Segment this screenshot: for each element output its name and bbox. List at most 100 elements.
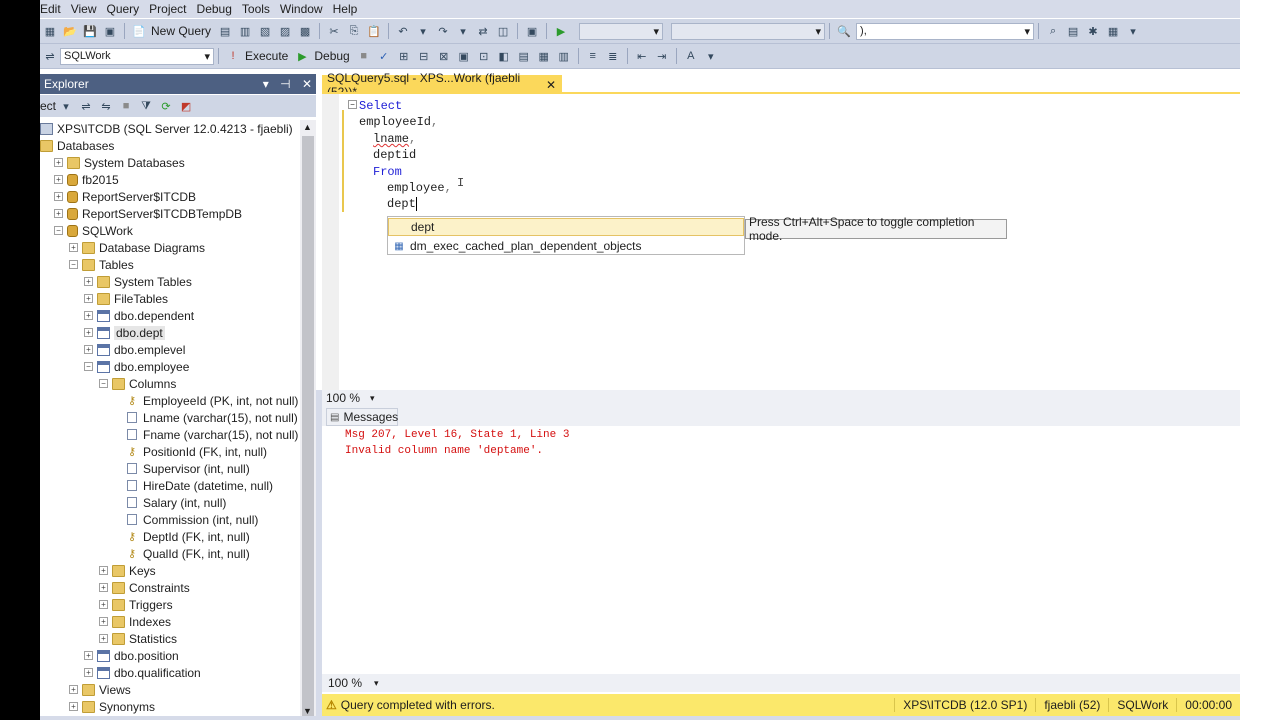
expand-node-icon[interactable]: +	[84, 311, 93, 320]
results-to-grid-icon[interactable]: ▦	[536, 48, 552, 64]
tree-node[interactable]: Salary (int, null)	[114, 494, 226, 511]
tree-node[interactable]: + Triggers	[99, 596, 173, 613]
copy-icon[interactable]: ⎘	[346, 23, 362, 39]
find-in-files-icon[interactable]: 🔍	[836, 23, 852, 39]
tree-node[interactable]: + System Databases	[54, 154, 185, 171]
execute-icon[interactable]: !	[225, 48, 241, 64]
tree-node[interactable]: Fname (varchar(15), not null)	[114, 426, 298, 443]
expand-node-icon[interactable]: +	[84, 668, 93, 677]
window-position-icon[interactable]: ▾	[263, 77, 269, 91]
collapse-outline-icon[interactable]: −	[348, 100, 357, 109]
new-query-icon[interactable]: 📄	[131, 23, 147, 39]
tree-node[interactable]: + FileTables	[84, 290, 168, 307]
expand-node-icon[interactable]: +	[84, 328, 93, 337]
expand-node-icon[interactable]: +	[69, 702, 78, 711]
analysis-query-icon[interactable]: ▥	[237, 23, 253, 39]
start-debug-icon[interactable]: ▶	[553, 23, 569, 39]
connect-object-explorer-icon[interactable]: ⇌	[78, 98, 94, 114]
tree-node[interactable]: + dbo.emplevel	[84, 341, 185, 358]
menu-help[interactable]: Help	[333, 2, 366, 16]
tree-node[interactable]: + Synonyms	[69, 698, 155, 715]
scroll-up-icon[interactable]: ▲	[303, 122, 312, 132]
cancel-query-icon[interactable]: ■	[356, 48, 372, 64]
object-explorer-icon[interactable]: ▤	[1065, 23, 1081, 39]
paste-icon[interactable]: 📋	[366, 23, 382, 39]
live-query-statistics-icon[interactable]: ⊡	[476, 48, 492, 64]
tree-node[interactable]: XPS\ITCDB (SQL Server 12.0.4213 - fjaebl…	[40, 120, 293, 137]
expand-node-icon[interactable]: +	[54, 192, 63, 201]
expand-node-icon[interactable]: +	[54, 175, 63, 184]
database-engine-query-icon[interactable]: ▤	[217, 23, 233, 39]
pin-icon[interactable]: ⊣	[280, 77, 290, 91]
properties-window-icon[interactable]: ▦	[1105, 23, 1121, 39]
scroll-down-icon[interactable]: ▼	[303, 706, 312, 716]
expand-node-icon[interactable]: +	[69, 243, 78, 252]
decrease-indent-icon[interactable]: ⇤	[634, 48, 650, 64]
scrollbar-thumb[interactable]	[302, 136, 314, 716]
find-combo[interactable]: ), ▾	[856, 22, 1035, 40]
tree-node[interactable]: ⚷ EmployeeId (PK, int, not null)	[114, 392, 298, 409]
expand-node-icon[interactable]: +	[69, 685, 78, 694]
editor-zoom-combo[interactable]: 100 % ▾	[326, 391, 375, 405]
debug-icon[interactable]: ▶	[294, 48, 310, 64]
registered-servers-icon[interactable]: ⌕	[1045, 23, 1061, 39]
messages-pane[interactable]: Msg 207, Level 16, State 1, Line 3 Inval…	[322, 426, 1240, 674]
tree-node[interactable]: HireDate (datetime, null)	[114, 477, 273, 494]
tree-node[interactable]: − Columns	[99, 375, 176, 392]
connect-button[interactable]: ect	[40, 99, 56, 113]
tree-node[interactable]: Supervisor (int, null)	[114, 460, 250, 477]
stop-icon[interactable]: ■	[118, 98, 134, 114]
tree-node[interactable]: + Keys	[99, 562, 156, 579]
toolbar-options-icon[interactable]: ▾	[1125, 23, 1141, 39]
tree-node[interactable]: + dbo.position	[84, 647, 179, 664]
xmla-query-icon[interactable]: ▩	[297, 23, 313, 39]
tree-node[interactable]: Commission (int, null)	[114, 511, 258, 528]
tree-node[interactable]: + Database Diagrams	[69, 239, 205, 256]
new-query-button[interactable]: New Query	[151, 24, 211, 38]
filter-icon[interactable]: ⧩	[138, 98, 154, 114]
expand-node-icon[interactable]: +	[84, 345, 93, 354]
tree-node[interactable]: + dbo.dept	[84, 324, 165, 341]
refresh-icon[interactable]: ⟳	[158, 98, 174, 114]
intellisense-icon[interactable]: ⊠	[436, 48, 452, 64]
activity-monitor-icon[interactable]: ◩	[178, 98, 194, 114]
client-statistics-icon[interactable]: ◧	[496, 48, 512, 64]
menu-tools[interactable]: Tools	[242, 2, 278, 16]
tree-node[interactable]: − SQLWork	[54, 222, 133, 239]
object-explorer-scrollbar[interactable]: ▲ ▼	[300, 120, 316, 720]
messages-zoom-combo[interactable]: 100 % ▾	[328, 676, 379, 690]
increase-indent-icon[interactable]: ⇥	[654, 48, 670, 64]
expand-node-icon[interactable]: +	[99, 634, 108, 643]
tree-node[interactable]: − dbo.employee	[84, 358, 189, 375]
tree-node[interactable]: + dbo.qualification	[84, 664, 201, 681]
collapse-node-icon[interactable]: −	[99, 379, 108, 388]
expand-node-icon[interactable]: +	[99, 583, 108, 592]
menu-debug[interactable]: Debug	[197, 2, 240, 16]
results-to-file-icon[interactable]: ▥	[556, 48, 572, 64]
collapse-node-icon[interactable]: −	[84, 362, 93, 371]
collapse-node-icon[interactable]: −	[69, 260, 78, 269]
expand-node-icon[interactable]: +	[54, 158, 63, 167]
screen-capture-icon[interactable]: ▣	[524, 23, 540, 39]
expand-node-icon[interactable]: +	[99, 600, 108, 609]
save-icon[interactable]: 💾	[82, 23, 98, 39]
tree-node[interactable]: + dbo.dependent	[84, 307, 194, 324]
tree-node[interactable]: ⚷ QualId (FK, int, null)	[114, 545, 250, 562]
tree-node[interactable]: − Tables	[69, 256, 134, 273]
comment-lines-icon[interactable]: ≡	[585, 48, 601, 64]
completion-item[interactable]: dept	[388, 218, 744, 236]
tree-node[interactable]: Databases	[40, 137, 114, 154]
template-explorer-icon[interactable]: ✱	[1085, 23, 1101, 39]
undo-icon[interactable]: ↶	[395, 23, 411, 39]
menu-edit[interactable]: Edit	[40, 2, 69, 16]
redo-icon[interactable]: ↷	[435, 23, 451, 39]
mdx-query-icon[interactable]: ▧	[257, 23, 273, 39]
menu-project[interactable]: Project	[149, 2, 194, 16]
tree-node[interactable]: + fb2015	[54, 171, 119, 188]
collapse-node-icon[interactable]: −	[54, 226, 63, 235]
completion-item[interactable]: ▦ dm_exec_cached_plan_dependent_objects	[388, 237, 744, 255]
toolbar2-options-icon[interactable]: ▾	[703, 48, 719, 64]
close-icon[interactable]: ✕	[302, 77, 312, 91]
tree-node[interactable]: + Statistics	[99, 630, 177, 647]
debug-button[interactable]: Debug	[314, 49, 349, 63]
